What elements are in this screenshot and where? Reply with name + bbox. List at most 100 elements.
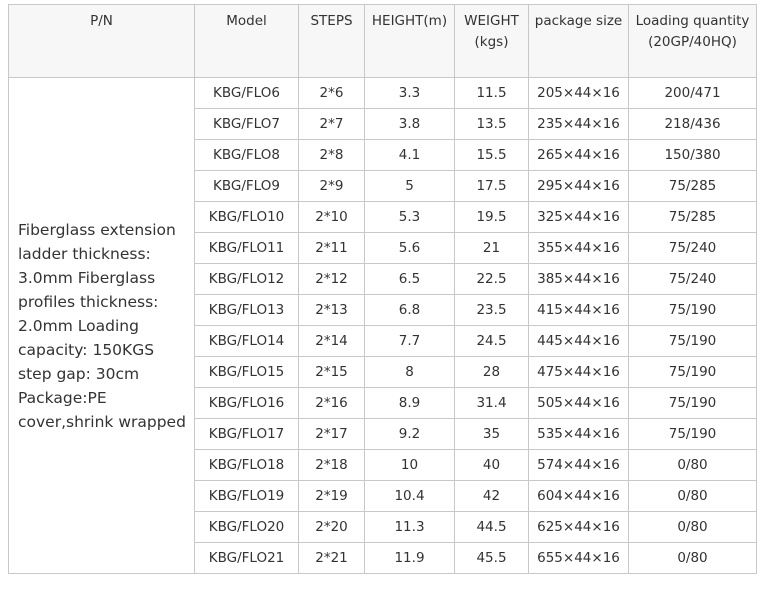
steps-cell: 2*19 [298, 480, 365, 512]
height-cell: 8.9 [364, 387, 455, 419]
height-cell: 9.2 [364, 418, 455, 450]
loading-quantity-cell: 0/80 [628, 449, 757, 481]
package-size-cell: 604×44×16 [528, 480, 629, 512]
package-size-cell: 535×44×16 [528, 418, 629, 450]
weight-cell: 19.5 [454, 201, 529, 233]
height-cell: 5.6 [364, 232, 455, 264]
height-cell: 11.9 [364, 542, 455, 574]
package-size-cell: 415×44×16 [528, 294, 629, 326]
weight-cell: 40 [454, 449, 529, 481]
package-size-cell: 355×44×16 [528, 232, 629, 264]
package-size-cell: 235×44×16 [528, 108, 629, 140]
height-cell: 8 [364, 356, 455, 388]
loading-quantity-cell: 75/285 [628, 201, 757, 233]
weight-cell: 28 [454, 356, 529, 388]
model-cell: KBG/FLO20 [194, 511, 299, 543]
model-cell: KBG/FLO8 [194, 139, 299, 171]
loading-quantity-cell: 75/190 [628, 325, 757, 357]
package-size-cell: 295×44×16 [528, 170, 629, 202]
steps-cell: 2*8 [298, 139, 365, 171]
steps-cell: 2*14 [298, 325, 365, 357]
model-cell: KBG/FLO10 [194, 201, 299, 233]
table-body: Fiberglass extension ladder thickness: 3… [8, 77, 757, 574]
loading-quantity-cell: 75/285 [628, 170, 757, 202]
loading-quantity-cell: 75/190 [628, 418, 757, 450]
steps-cell: 2*7 [298, 108, 365, 140]
height-cell: 5 [364, 170, 455, 202]
package-size-cell: 445×44×16 [528, 325, 629, 357]
loading-quantity-cell: 75/190 [628, 356, 757, 388]
height-cell: 10 [364, 449, 455, 481]
package-size-cell: 574×44×16 [528, 449, 629, 481]
model-cell: KBG/FLO7 [194, 108, 299, 140]
model-cell: KBG/FLO9 [194, 170, 299, 202]
steps-cell: 2*12 [298, 263, 365, 295]
height-cell: 11.3 [364, 511, 455, 543]
header-steps: STEPS [298, 4, 365, 78]
height-cell: 6.5 [364, 263, 455, 295]
height-cell: 5.3 [364, 201, 455, 233]
weight-cell: 15.5 [454, 139, 529, 171]
model-cell: KBG/FLO15 [194, 356, 299, 388]
steps-cell: 2*15 [298, 356, 365, 388]
model-cell: KBG/FLO6 [194, 77, 299, 109]
model-cell: KBG/FLO12 [194, 263, 299, 295]
model-cell: KBG/FLO14 [194, 325, 299, 357]
steps-cell: 2*20 [298, 511, 365, 543]
weight-cell: 44.5 [454, 511, 529, 543]
loading-quantity-cell: 218/436 [628, 108, 757, 140]
steps-cell: 2*10 [298, 201, 365, 233]
model-cell: KBG/FLO11 [194, 232, 299, 264]
steps-cell: 2*13 [298, 294, 365, 326]
height-cell: 3.3 [364, 77, 455, 109]
header-weight: WEIGHT (kgs) [454, 4, 529, 78]
loading-quantity-cell: 75/190 [628, 387, 757, 419]
weight-cell: 21 [454, 232, 529, 264]
model-cell: KBG/FLO17 [194, 418, 299, 450]
package-size-cell: 475×44×16 [528, 356, 629, 388]
loading-quantity-cell: 0/80 [628, 480, 757, 512]
height-cell: 4.1 [364, 139, 455, 171]
height-cell: 6.8 [364, 294, 455, 326]
height-cell: 7.7 [364, 325, 455, 357]
model-cell: KBG/FLO13 [194, 294, 299, 326]
steps-cell: 2*18 [298, 449, 365, 481]
loading-quantity-cell: 0/80 [628, 542, 757, 574]
weight-cell: 45.5 [454, 542, 529, 574]
steps-cell: 2*21 [298, 542, 365, 574]
loading-quantity-cell: 0/80 [628, 511, 757, 543]
weight-cell: 42 [454, 480, 529, 512]
model-cell: KBG/FLO18 [194, 449, 299, 481]
loading-quantity-cell: 75/240 [628, 263, 757, 295]
weight-cell: 22.5 [454, 263, 529, 295]
steps-cell: 2*16 [298, 387, 365, 419]
weight-cell: 11.5 [454, 77, 529, 109]
header-height: HEIGHT(m) [364, 4, 455, 78]
weight-cell: 17.5 [454, 170, 529, 202]
package-size-cell: 265×44×16 [528, 139, 629, 171]
table-header: P/N Model STEPS HEIGHT(m) WEIGHT (kgs) p… [8, 4, 757, 78]
loading-quantity-cell: 200/471 [628, 77, 757, 109]
steps-cell: 2*17 [298, 418, 365, 450]
package-size-cell: 505×44×16 [528, 387, 629, 419]
package-size-cell: 385×44×16 [528, 263, 629, 295]
weight-cell: 35 [454, 418, 529, 450]
header-package-size: package size [528, 4, 629, 78]
spec-table: P/N Model STEPS HEIGHT(m) WEIGHT (kgs) p… [8, 4, 757, 574]
header-row: P/N Model STEPS HEIGHT(m) WEIGHT (kgs) p… [8, 4, 757, 78]
header-pn: P/N [8, 4, 195, 78]
package-size-cell: 655×44×16 [528, 542, 629, 574]
package-size-cell: 205×44×16 [528, 77, 629, 109]
weight-cell: 24.5 [454, 325, 529, 357]
weight-cell: 23.5 [454, 294, 529, 326]
model-cell: KBG/FLO19 [194, 480, 299, 512]
height-cell: 10.4 [364, 480, 455, 512]
header-model: Model [194, 4, 299, 78]
model-cell: KBG/FLO21 [194, 542, 299, 574]
loading-quantity-cell: 75/190 [628, 294, 757, 326]
model-cell: KBG/FLO16 [194, 387, 299, 419]
product-description: Fiberglass extension ladder thickness: 3… [8, 77, 195, 574]
steps-cell: 2*11 [298, 232, 365, 264]
weight-cell: 13.5 [454, 108, 529, 140]
package-size-cell: 325×44×16 [528, 201, 629, 233]
